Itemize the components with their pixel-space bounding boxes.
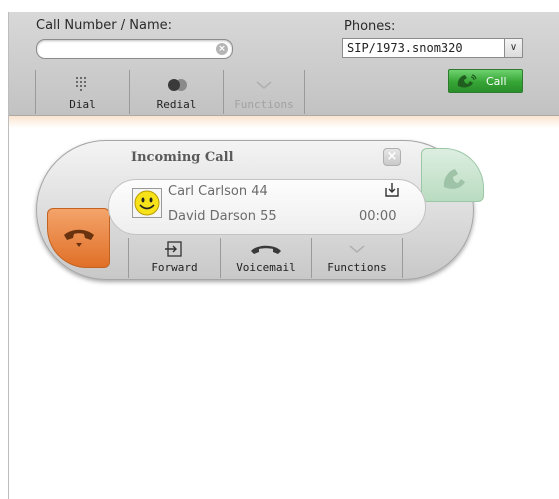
voicemail-button[interactable]: Voicemail (221, 238, 311, 278)
dial-button[interactable]: Dial (36, 72, 129, 114)
incoming-call-title: Incoming Call (131, 150, 234, 165)
phone-select-value: SIP/1973.snom320 (347, 41, 463, 55)
chevron-down-icon (349, 245, 365, 253)
keypad-icon (76, 77, 86, 91)
close-icon[interactable]: × (383, 148, 401, 166)
call-number-input[interactable] (45, 41, 205, 56)
transfer-icon[interactable] (384, 182, 400, 198)
functions-button[interactable]: Functions (224, 72, 304, 114)
chevron-down-icon (256, 81, 272, 89)
forward-label: Forward (151, 261, 198, 274)
dial-label: Dial (69, 98, 96, 111)
chevron-down-icon[interactable]: ∨ (504, 39, 522, 57)
smiley-icon (134, 190, 160, 216)
functions-label: Functions (327, 261, 387, 274)
call-button[interactable]: Call (448, 69, 523, 93)
caller-name: Carl Carlson 44 (168, 184, 268, 199)
functions-button[interactable]: Functions (312, 238, 402, 278)
redial-icon (168, 79, 187, 91)
call-button-label: Call (486, 75, 507, 88)
call-duration: 00:00 (359, 209, 397, 224)
phone-select[interactable]: SIP/1973.snom320 ∨ (342, 38, 523, 58)
clear-icon[interactable]: × (216, 43, 228, 55)
callee-name: David Darson 55 (168, 209, 277, 224)
voicemail-label: Voicemail (236, 261, 296, 274)
redial-button[interactable]: Redial (130, 72, 223, 114)
answer-icon (443, 169, 465, 189)
phones-label: Phones: (344, 19, 396, 34)
forward-icon (165, 241, 182, 257)
forward-button[interactable]: Forward (129, 238, 220, 278)
search-box: × (36, 39, 233, 59)
hangup-icon (64, 229, 94, 247)
functions-label: Functions (234, 98, 294, 111)
phone-handset-icon (457, 74, 477, 88)
answer-button[interactable] (421, 148, 484, 202)
toolbar-shadow (9, 116, 559, 128)
redial-label: Redial (156, 98, 197, 111)
hangup-button[interactable] (47, 208, 110, 268)
call-number-label: Call Number / Name: (36, 18, 172, 33)
toolbar-divider (304, 70, 305, 114)
toolbar: Call Number / Name: × Phones: SIP/1973.s… (9, 12, 559, 116)
widget-divider (402, 238, 403, 278)
voicemail-icon (251, 245, 281, 254)
avatar (132, 188, 162, 218)
